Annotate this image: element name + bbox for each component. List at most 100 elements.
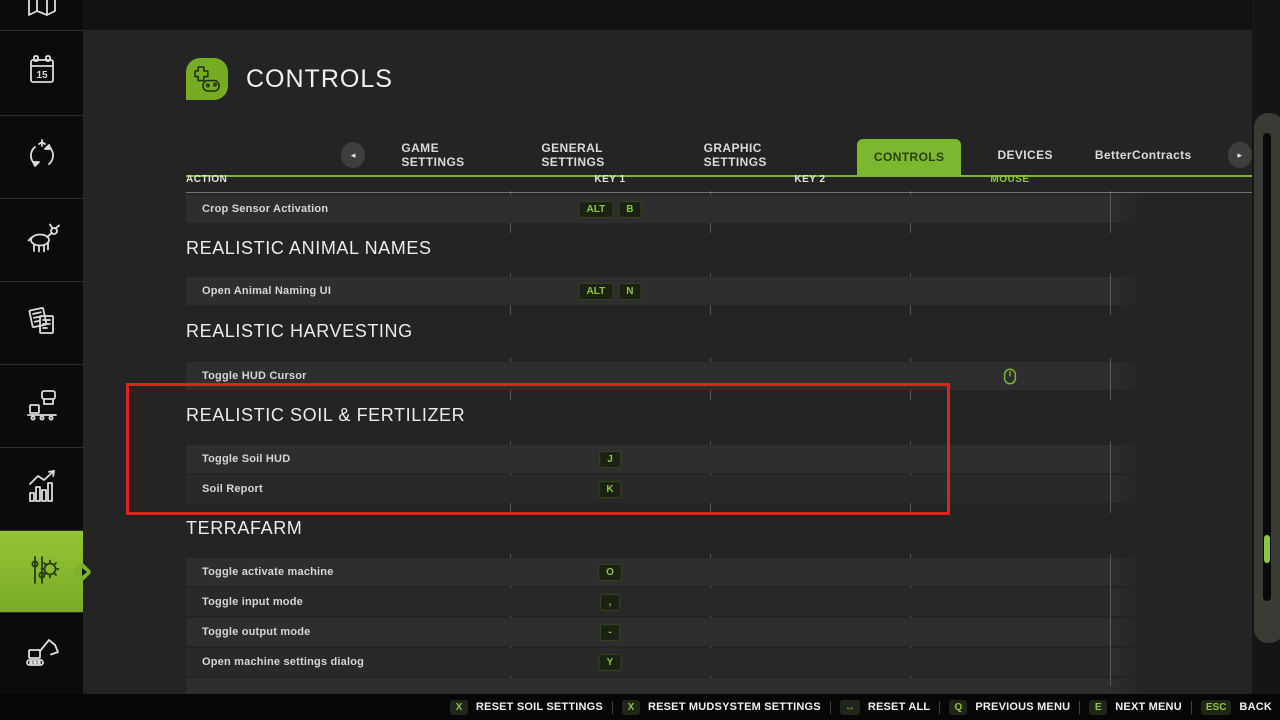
table-row[interactable]: Toggle activate machine O [186, 558, 1110, 586]
keybind-group: Toggle HUD Cursor [186, 362, 1110, 392]
sidebar-item-construction[interactable] [0, 612, 83, 694]
divider [939, 701, 940, 714]
key-badge: ESC [1201, 700, 1232, 715]
scrollbar-track[interactable] [1263, 133, 1271, 601]
table-row[interactable]: Toggle Soil HUDJ [186, 445, 1110, 473]
table-row[interactable]: Toggle output mode - [186, 618, 1110, 646]
hotkey-label: PREVIOUS MENU [975, 701, 1070, 713]
key-badge: O [598, 564, 622, 581]
scroll-gutter [1252, 0, 1280, 694]
table-row[interactable]: Crop Sensor Activation ALTB [186, 195, 1110, 223]
tab-bettercontracts[interactable]: BetterContracts [1089, 139, 1198, 171]
hotkey-label: RESET MUDSYSTEM SETTINGS [648, 701, 821, 713]
divider [1079, 701, 1080, 714]
table-row[interactable]: Soil Report K [186, 475, 1110, 503]
keybind-group: Open Animal Naming UI ALTN [186, 277, 1110, 307]
column-header-action: ACTION [186, 174, 227, 185]
key-badge: J [599, 451, 621, 468]
table-row[interactable]: Toggle HUD Cursor [186, 362, 1110, 390]
settings-panel: CONTROLS ◂ GAME SETTINGS GENERAL SETTINGS G… [83, 30, 1252, 694]
section-title: REALISTIC HARVESTING [186, 321, 413, 342]
settings-icon [22, 549, 62, 594]
key1-binding[interactable]: J [599, 451, 621, 468]
controls-icon [186, 58, 228, 100]
scrollbar-thumb[interactable] [1264, 535, 1270, 563]
key-badge: - [600, 624, 620, 641]
hotkey-reset-soil-settings[interactable]: X RESET SOIL SETTINGS [450, 700, 603, 715]
sidebar-item-map[interactable] [0, 0, 83, 30]
key1-binding[interactable]: , [600, 594, 620, 611]
key-badge: K [598, 481, 621, 498]
key1-binding[interactable]: ALTN [579, 283, 642, 300]
sidebar-item-statistics[interactable] [0, 447, 83, 530]
section-title: TERRAFARM [186, 518, 302, 539]
hotkey-reset-mudsystem-settings[interactable]: XRESET MUDSYSTEM SETTINGS [622, 700, 821, 715]
map-icon [22, 0, 62, 30]
divider [612, 701, 613, 714]
calendar-icon: 15 [22, 51, 62, 96]
contracts-icon [22, 301, 62, 346]
column-header-mouse: MOUSE [990, 174, 1029, 185]
mouse-icon [1004, 368, 1017, 385]
hotkey-next-menu[interactable]: E NEXT MENU [1089, 700, 1182, 715]
tab-controls[interactable]: CONTROLS [857, 139, 962, 177]
action-label: Open Animal Naming UI [186, 285, 331, 297]
tab-game-settings[interactable]: GAME SETTINGS [395, 132, 505, 178]
key1-binding[interactable]: K [598, 481, 621, 498]
tabs-next-arrow[interactable]: ▸ [1228, 142, 1252, 168]
table-row[interactable]: Toggle input mode, [186, 588, 1110, 616]
svg-text:15: 15 [36, 70, 48, 81]
sidebar-item-settings[interactable] [0, 530, 83, 612]
key-badge: X [450, 700, 468, 715]
action-label: Toggle output mode [186, 626, 311, 638]
key-badge: E [1089, 700, 1107, 715]
construction-icon [22, 631, 62, 676]
key-badge: ALT [579, 201, 614, 218]
tabs-prev-arrow[interactable]: ◂ [341, 142, 365, 168]
hotkey-previous-menu[interactable]: QPREVIOUS MENU [949, 700, 1070, 715]
table-row[interactable]: Open Animal Naming UI ALTN [186, 277, 1110, 305]
page-title: CONTROLS [246, 65, 393, 94]
sidebar-item-calendar[interactable]: 15 [0, 30, 83, 115]
sidebar-item-animals[interactable] [0, 198, 83, 281]
tab-devices[interactable]: DEVICES [991, 139, 1058, 171]
page-header: CONTROLS [186, 58, 393, 100]
action-label: Toggle HUD Cursor [186, 370, 307, 382]
crop-rotation-icon [22, 135, 62, 180]
column-header-key1: KEY 1 [594, 174, 625, 185]
hotkey-reset-all[interactable]: ↔RESET ALL [840, 700, 931, 715]
key1-binding[interactable]: Y [599, 654, 622, 671]
hotkey-label: BACK [1239, 701, 1272, 713]
tab-general-settings[interactable]: GENERAL SETTINGS [535, 132, 667, 178]
scrollbar[interactable] [1254, 113, 1280, 643]
section-title: REALISTIC ANIMAL NAMES [186, 238, 432, 259]
table-row[interactable]: Open machine settings dialogY [186, 648, 1110, 676]
bottom-key-bar: X RESET SOIL SETTINGS XRESET MUDSYSTEM SET… [0, 694, 1280, 720]
column-header-key2: KEY 2 [794, 174, 825, 185]
key-badge: , [600, 594, 620, 611]
table-row-clipped [186, 678, 1110, 694]
keybind-group: Toggle activate machine O Toggle input mod… [186, 558, 1110, 694]
sidebar-item-production[interactable] [0, 364, 83, 447]
tab-graphic-settings[interactable]: GRAPHIC SETTINGS [698, 132, 827, 178]
key1-binding[interactable]: ALTB [579, 201, 642, 218]
action-label: Toggle activate machine [186, 566, 334, 578]
hotkey-label: RESET SOIL SETTINGS [476, 701, 603, 713]
keybind-group: Toggle Soil HUDJ Soil Report K [186, 445, 1110, 505]
section-title: REALISTIC SOIL & FERTILIZER [186, 405, 465, 426]
table-header-divider [186, 192, 1252, 193]
hotkey-back[interactable]: ESC BACK [1201, 700, 1272, 715]
keybind-group: Crop Sensor Activation ALTB [186, 195, 1110, 225]
sidebar-item-contracts[interactable] [0, 281, 83, 364]
hotkey-label: NEXT MENU [1115, 701, 1182, 713]
divider [830, 701, 831, 714]
key1-binding[interactable]: O [598, 564, 622, 581]
action-label: Crop Sensor Activation [186, 203, 328, 215]
tab-underline [186, 175, 1252, 177]
production-icon [22, 384, 62, 429]
key1-binding[interactable]: - [600, 624, 620, 641]
sidebar-item-crop-rotation[interactable] [0, 115, 83, 198]
animals-icon [22, 218, 62, 263]
settings-tab-bar: ◂ GAME SETTINGS GENERAL SETTINGS GRAPHIC SE… [341, 133, 1252, 177]
action-label: Soil Report [186, 483, 263, 495]
